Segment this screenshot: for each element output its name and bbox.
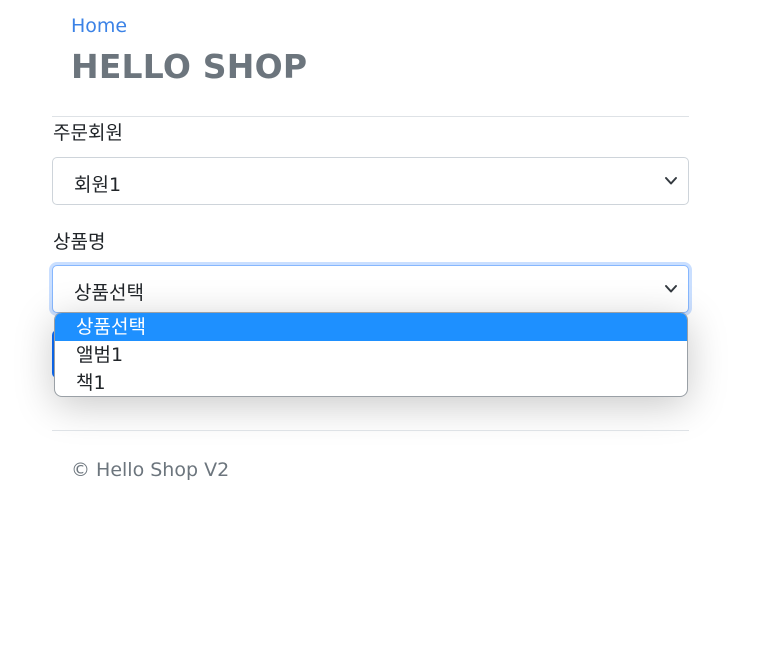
member-select[interactable]: 회원1 — [52, 157, 689, 205]
page-title: HELLO SHOP — [71, 47, 308, 86]
item-select-value: 상품선택 — [74, 282, 144, 304]
header-divider — [52, 116, 689, 117]
page: Home HELLO SHOP 주문회원 회원1 상품명 상품선택 상품선택 앨… — [0, 0, 766, 663]
chevron-down-icon — [665, 177, 677, 185]
dropdown-option[interactable]: 상품선택 — [55, 313, 687, 341]
home-link[interactable]: Home — [71, 15, 127, 37]
item-select[interactable]: 상품선택 — [52, 265, 689, 313]
member-select-value: 회원1 — [74, 174, 122, 196]
footer-divider — [52, 430, 689, 431]
item-dropdown-list: 상품선택 앨범1 책1 — [54, 312, 688, 397]
member-label: 주문회원 — [53, 122, 123, 144]
footer-copyright: © Hello Shop V2 — [71, 459, 230, 481]
dropdown-option[interactable]: 앨범1 — [55, 341, 687, 369]
chevron-down-icon — [665, 285, 677, 293]
dropdown-option[interactable]: 책1 — [55, 369, 687, 396]
item-label: 상품명 — [53, 231, 106, 253]
